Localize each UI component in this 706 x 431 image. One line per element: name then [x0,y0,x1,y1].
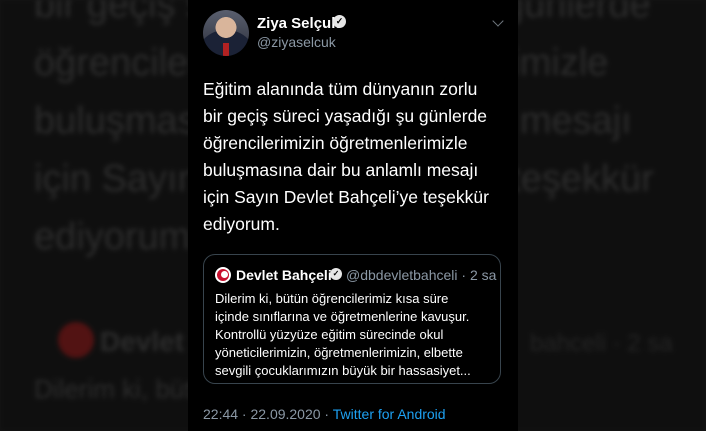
tweet-text-line: bir geçiş süreci yaşadığı şu günlerde [203,106,488,126]
tweet-text-line: ediyorum. [203,214,280,234]
author-avatar[interactable] [203,10,249,56]
author-handle[interactable]: @ziyaselcuk [257,34,336,50]
verified-badge-icon: ✓ [330,268,342,280]
verified-badge-icon: ✓ [333,15,346,28]
tweet-text-line: Eğitim alanında tüm dünyanın zorlu [203,79,478,99]
quoted-tweet-body: Dilerim ki, bütün öğrencilerimiz kısa sü… [215,290,497,380]
quoted-author-name: Devlet Bahçeli [236,267,332,283]
tweet-card[interactable]: Ziya Selçuk ✓ @ziyaselcuk Eğitim alanınd… [188,0,518,431]
quoted-tweet[interactable]: Devlet Bahçeli ✓ @dbdevletbahceli · 2 sa… [203,254,501,384]
tweet-body: Eğitim alanında tüm dünyanın zorlu bir g… [203,76,515,238]
tweet-timestamp[interactable]: 22:44 · 22.09.2020 [203,406,321,422]
avatar-tie-detail [223,43,229,56]
mhp-logo-icon[interactable] [215,267,231,283]
quoted-text-line: Kontrollü yüzyüze eğitim sürecinde okul [215,327,444,342]
tweet-meta: 22:44 · 22.09.2020 · Twitter for Android [203,406,446,422]
tweet-text-line: öğrencilerimizin öğretmenlerimizle [203,133,468,153]
tweet-text-line: için Sayın Devlet Bahçeli’ye teşekkür [203,187,489,207]
quoted-text-line: içinde sınıflarına ve öğretmenlerine kav… [215,309,470,324]
chevron-down-icon[interactable] [492,15,504,27]
meta-separator: · [320,406,333,422]
quoted-author-handle: @dbdevletbahceli · 2 sa [346,267,497,283]
tweet-text-line: buluşmasına dair bu anlamlı mesajı [203,160,479,180]
quoted-text-line: Dilerim ki, bütün öğrencilerimiz kısa sü… [215,291,449,306]
quoted-text-line: sevgili çocuklarımızın büyük bir hassasi… [215,363,471,378]
author-name[interactable]: Ziya Selçuk [257,15,340,32]
tweet-source-link[interactable]: Twitter for Android [333,406,446,422]
quoted-text-line: yöneticilerimizin, öğretmenlerimizin, el… [215,345,463,360]
